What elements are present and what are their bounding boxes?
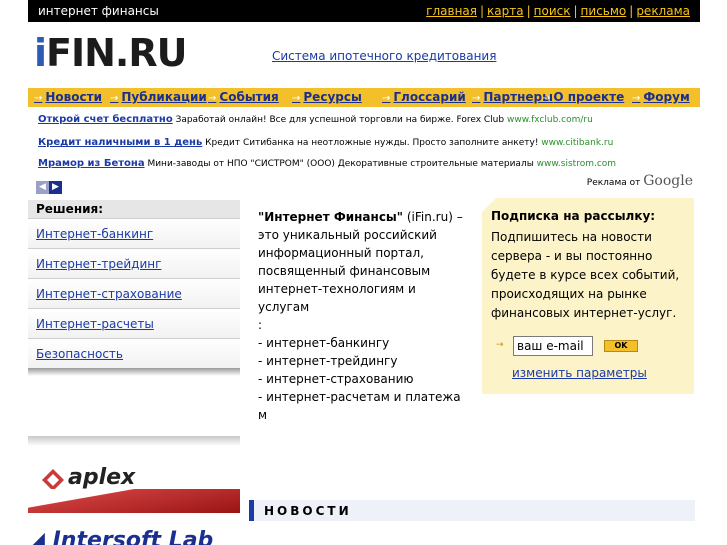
top-link-search[interactable]: поиск: [534, 4, 571, 18]
nav-item-partners[interactable]: → Партнеры: [472, 90, 553, 104]
top-link-map[interactable]: карта: [487, 4, 524, 18]
solutions-sidebar: Решения: Интернет-банкинг Интернет-трейд…: [28, 200, 240, 376]
ad-title[interactable]: Мрамор из Бетона: [38, 158, 145, 169]
intro-text: "Интернет Финансы" (iFin.ru) – это уника…: [258, 210, 463, 422]
top-link-home[interactable]: главная: [426, 4, 477, 18]
ad-pager: ◀ ▶: [36, 174, 62, 194]
news-section-header: НОВОСТИ: [249, 500, 695, 521]
top-links: главная | карта | поиск | письмо | реклама: [426, 4, 690, 18]
arrow-right-icon: →: [472, 93, 481, 104]
chevron-right-icon[interactable]: ▶: [49, 181, 62, 194]
ad-title[interactable]: Открой счет бесплатно: [38, 114, 173, 125]
sidebar-shadow: [28, 368, 240, 376]
subscribe-text: Подпишитесь на новости сервера - и вы по…: [491, 230, 680, 320]
top-link-mail[interactable]: письмо: [581, 4, 627, 18]
sidebar-item-internet-payments[interactable]: Интернет-расчеты: [28, 308, 240, 338]
arrow-right-icon: →: [110, 93, 119, 104]
ad-row: Кредит наличными в 1 день Кредит Ситибан…: [38, 137, 614, 148]
subscribe-box: Подписка на рассылку: Подпишитесь на нов…: [482, 198, 694, 394]
ad-row: Открой счет бесплатно Заработай онлайн! …: [38, 114, 593, 125]
top-bar: интернет финансы главная | карта | поиск | пис…: [28, 0, 700, 22]
arrow-right-icon: →: [292, 93, 301, 104]
main-nav: → Новости → Публикации → События → Ресурсы →…: [28, 88, 700, 107]
ads-by-google[interactable]: Реклама от Google: [587, 173, 693, 189]
arrow-right-icon: →: [382, 93, 391, 104]
sidebar-heading: Решения:: [28, 200, 240, 218]
sidebar-divider: [28, 436, 240, 446]
email-field[interactable]: [513, 336, 593, 356]
change-params-link[interactable]: изменить параметры: [512, 366, 647, 380]
news-heading: НОВОСТИ: [264, 504, 352, 518]
aplex-logo-icon: [42, 469, 64, 491]
chevron-left-icon[interactable]: ◀: [36, 181, 49, 194]
ad-row: Мрамор из Бетона Мини-заводы от НПО "СИС…: [38, 158, 617, 169]
nav-item-news[interactable]: → Новости: [34, 90, 102, 104]
arrow-right-icon: →: [208, 93, 217, 104]
nav-item-about[interactable]: → О проекте: [542, 90, 624, 104]
nav-item-events[interactable]: → События: [208, 90, 279, 104]
sidebar-item-internet-banking[interactable]: Интернет-банкинг: [28, 218, 240, 248]
arrow-right-icon: →: [542, 93, 551, 104]
mortgage-link[interactable]: Система ипотечного кредитования: [272, 49, 496, 63]
site-logo[interactable]: iFIN.RU: [34, 33, 187, 73]
nav-item-publications[interactable]: → Публикации: [110, 90, 207, 104]
subscribe-ok-button[interactable]: OK: [604, 340, 638, 352]
sidebar-item-security[interactable]: Безопасность: [28, 338, 240, 368]
arrow-right-icon: →: [34, 93, 43, 104]
arrow-right-icon: →: [496, 340, 504, 350]
subscribe-title: Подписка на рассылку:: [491, 209, 656, 223]
nav-item-forum[interactable]: → Форум: [632, 90, 690, 104]
sidebar-item-internet-insurance[interactable]: Интернет-страхование: [28, 278, 240, 308]
intersoft-logo-icon: ◢: [28, 528, 45, 545]
nav-item-resources[interactable]: → Ресурсы: [292, 90, 362, 104]
intersoft-banner[interactable]: ◢ Intersoft Lab: [28, 528, 240, 545]
arrow-right-icon: →: [632, 93, 641, 104]
aplex-banner[interactable]: aplex: [28, 455, 240, 513]
nav-item-glossary[interactable]: → Глоссарий: [382, 90, 466, 104]
ad-title[interactable]: Кредит наличными в 1 день: [38, 137, 202, 148]
sidebar-item-internet-trading[interactable]: Интернет-трейдинг: [28, 248, 240, 278]
site-name: интернет финансы: [38, 4, 159, 18]
top-link-ads[interactable]: реклама: [636, 4, 690, 18]
